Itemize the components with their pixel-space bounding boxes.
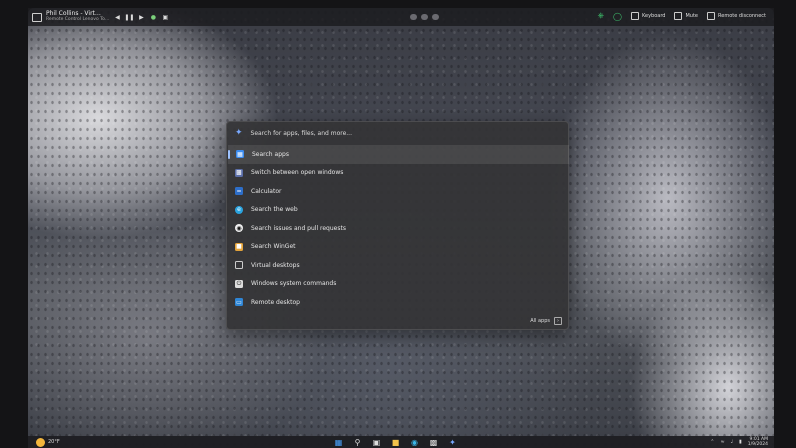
- result-system-commands[interactable]: ⏻ Windows system commands: [227, 275, 570, 294]
- weather-widget[interactable]: 20°F: [28, 437, 60, 447]
- powertoys-icon[interactable]: ✦: [448, 438, 457, 447]
- command-launcher: ✦ Search for apps, files, and more... ▦ …: [226, 121, 569, 330]
- task-view-icon[interactable]: ▣: [372, 438, 381, 447]
- remote-desktop-icon: ▭: [235, 298, 243, 307]
- terminal-icon[interactable]: ▩: [429, 438, 438, 447]
- result-calculator[interactable]: = Calculator: [227, 182, 570, 201]
- result-switch-windows[interactable]: ▩ Switch between open windows: [227, 164, 570, 183]
- screenshot-icon[interactable]: ▣: [161, 13, 169, 21]
- connection-icon[interactable]: ◯: [613, 12, 622, 21]
- speaker-icon: [674, 12, 683, 20]
- window-subtitle: Remote Control Lenovo To…: [46, 17, 110, 22]
- result-search-apps[interactable]: ▦ Search apps: [228, 145, 569, 164]
- edge-icon[interactable]: ◉: [410, 438, 419, 447]
- remote-control-bar: Phil Collins - Virt… Remote Control Leno…: [28, 8, 774, 26]
- power-icon: ⏻: [235, 279, 243, 288]
- apps-icon: ▦: [236, 150, 244, 159]
- result-search-web[interactable]: e Search the web: [227, 201, 570, 220]
- sparkle-icon: ✦: [235, 128, 243, 138]
- disconnect-icon: [707, 12, 716, 20]
- calculator-icon: =: [235, 187, 243, 196]
- taskbar-apps: ▦ ⚲ ▣ ■ ◉ ▩ ✦: [334, 438, 457, 447]
- winget-icon: ■: [235, 242, 243, 251]
- globe-icon[interactable]: ●: [149, 13, 157, 21]
- wifi-icon[interactable]: ≈: [720, 439, 724, 445]
- search-placeholder[interactable]: Search for apps, files, and more...: [251, 130, 352, 137]
- chevron-up-icon[interactable]: ⌃: [710, 439, 714, 445]
- result-virtual-desktops[interactable]: ​ Virtual desktops: [227, 256, 570, 275]
- launcher-search[interactable]: ✦ Search for apps, files, and more...: [227, 122, 570, 144]
- pause-icon[interactable]: ❚❚: [124, 13, 134, 21]
- clock[interactable]: 9:01 AM 1/9/2024: [748, 437, 768, 447]
- prev-icon[interactable]: ◀: [113, 13, 121, 21]
- disconnect-button[interactable]: Remote disconnect: [707, 12, 766, 20]
- window-drag-dots[interactable]: [410, 14, 439, 20]
- taskbar: 20°F ▦ ⚲ ▣ ■ ◉ ▩ ✦ ⌃ ≈ ♩ ▮ 9:01 AM 1/9/2…: [28, 436, 774, 448]
- result-winget[interactable]: ■ Search WinGet: [227, 238, 570, 257]
- launcher-results: ▦ Search apps ▩ Switch between open wind…: [227, 145, 570, 312]
- window-icon: [32, 12, 42, 22]
- desktops-icon: ​: [235, 261, 243, 270]
- github-icon: ◉: [235, 224, 243, 233]
- windows-switch-icon: ▩: [235, 168, 243, 177]
- next-icon[interactable]: ▶: [137, 13, 145, 21]
- chevron-right-icon: ›: [554, 317, 562, 325]
- volume-icon[interactable]: ♩: [731, 439, 733, 445]
- mute-button[interactable]: Mute: [674, 12, 698, 20]
- file-explorer-icon[interactable]: ■: [391, 438, 400, 447]
- start-icon[interactable]: ▦: [334, 438, 343, 447]
- result-remote-desktop[interactable]: ▭ Remote desktop: [227, 293, 570, 312]
- search-icon[interactable]: ⚲: [353, 438, 362, 447]
- sun-icon: [36, 437, 45, 447]
- mic-icon[interactable]: ⎈: [598, 11, 604, 21]
- keyboard-icon: [630, 12, 639, 20]
- web-icon: e: [235, 205, 243, 214]
- battery-icon[interactable]: ▮: [739, 439, 742, 445]
- system-tray: ⌃ ≈ ♩ ▮ 9:01 AM 1/9/2024: [710, 437, 768, 447]
- all-apps-button[interactable]: All apps ›: [530, 317, 562, 325]
- result-github[interactable]: ◉ Search issues and pull requests: [227, 219, 570, 238]
- keyboard-button[interactable]: Keyboard: [630, 12, 665, 20]
